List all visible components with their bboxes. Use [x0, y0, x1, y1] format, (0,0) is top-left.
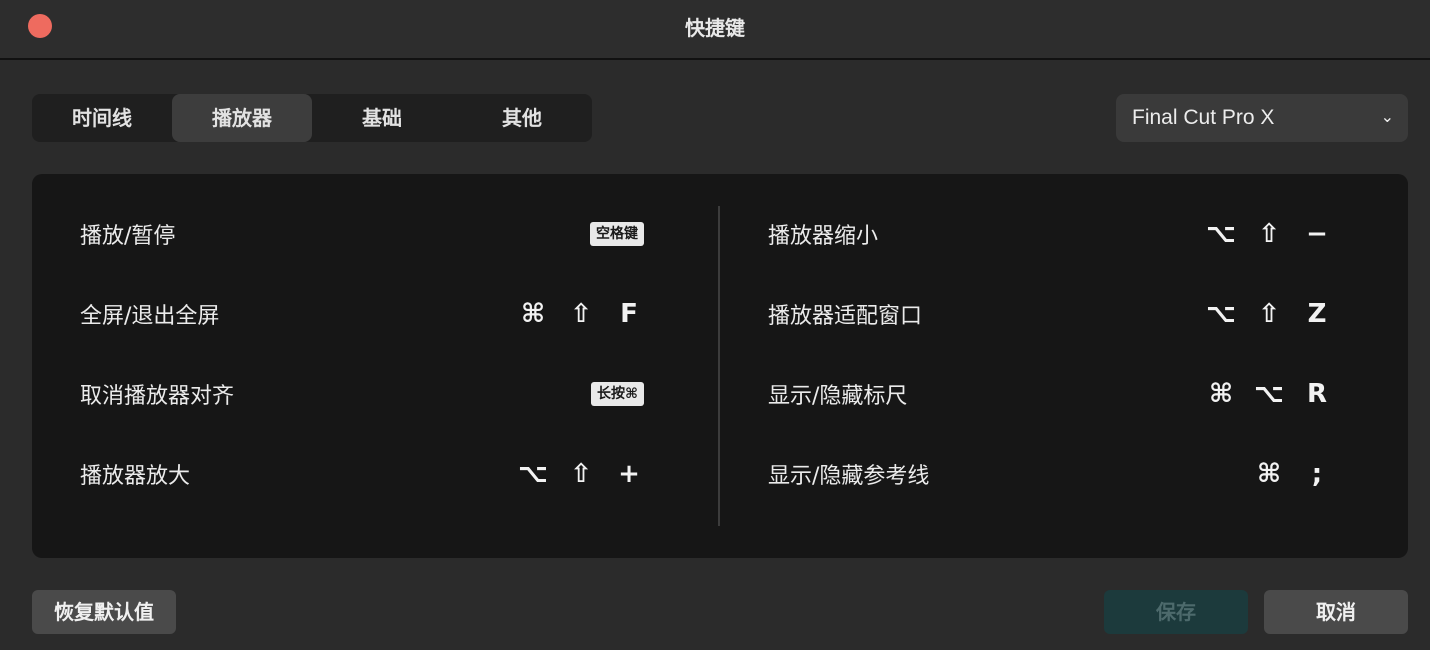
shortcut-key-badge: 长按⌘ — [591, 382, 644, 406]
preset-selected-value: Final Cut Pro X — [1132, 106, 1275, 129]
shortcut-row[interactable]: 播放器放大 ⌥ ⇧ + — [80, 434, 680, 514]
command-key-icon: ⌘ — [1256, 459, 1282, 489]
save-button[interactable]: 保存 — [1104, 590, 1248, 634]
shortcut-label: 全屏/退出全屏 — [80, 304, 220, 329]
shortcut-row[interactable]: 播放/暂停 空格键 — [80, 194, 680, 274]
tab-other[interactable]: 其他 — [452, 94, 592, 142]
shortcut-row[interactable]: 显示/隐藏参考线 ⌘ ; — [768, 434, 1368, 514]
shortcut-label: 显示/隐藏标尺 — [768, 384, 908, 409]
cancel-button[interactable]: 取消 — [1264, 590, 1408, 634]
shortcut-keys: 长按⌘ — [591, 374, 644, 414]
option-key-icon: ⌥ — [1206, 219, 1236, 249]
restore-defaults-button[interactable]: 恢复默认值 — [32, 590, 176, 634]
shortcut-category-tabs: 时间线 播放器 基础 其他 — [32, 94, 592, 142]
tab-timeline[interactable]: 时间线 — [32, 94, 172, 142]
chevron-down-icon: ⌄ — [1380, 109, 1394, 126]
shortcut-row[interactable]: 播放器缩小 ⌥ ⇧ − — [768, 194, 1368, 274]
shortcut-keys: ⌘ ⌥ R — [1206, 374, 1332, 414]
shortcuts-panel: 播放/暂停 空格键 全屏/退出全屏 ⌘ ⇧ F 取消播放器对齐 长按⌘ 播放器放… — [32, 174, 1408, 558]
shortcut-keys: ⌥ ⇧ + — [518, 454, 644, 494]
option-key-icon: ⌥ — [518, 459, 548, 489]
shortcut-row[interactable]: 显示/隐藏标尺 ⌘ ⌥ R — [768, 354, 1368, 434]
shortcut-row[interactable]: 播放器适配窗口 ⌥ ⇧ Z — [768, 274, 1368, 354]
window-title: 快捷键 — [685, 16, 745, 40]
shortcut-key: + — [618, 459, 640, 489]
column-divider — [718, 206, 720, 526]
shortcut-label: 取消播放器对齐 — [80, 384, 235, 409]
shortcut-keys: ⌥ ⇧ Z — [1206, 294, 1332, 334]
shortcut-keys: ⌘ ; — [1254, 454, 1332, 494]
shortcut-keys: 空格键 — [590, 214, 644, 254]
command-key-icon: ⌘ — [1208, 379, 1234, 409]
option-key-icon: ⌥ — [1254, 379, 1284, 409]
shortcut-row[interactable]: 取消播放器对齐 长按⌘ — [80, 354, 680, 434]
shortcuts-column-right: 播放器缩小 ⌥ ⇧ − 播放器适配窗口 ⌥ ⇧ Z 显示/隐藏标尺 ⌘ ⌥ R … — [768, 194, 1368, 514]
shift-key-icon: ⇧ — [570, 459, 592, 489]
shortcut-row[interactable]: 全屏/退出全屏 ⌘ ⇧ F — [80, 274, 680, 354]
shortcut-label: 显示/隐藏参考线 — [768, 464, 930, 489]
shortcut-key: F — [620, 299, 638, 329]
shortcuts-dialog: 快捷键 时间线 播放器 基础 其他 Final Cut Pro X ⌄ 播放/暂… — [0, 0, 1430, 650]
tab-basic[interactable]: 基础 — [312, 94, 452, 142]
option-key-icon: ⌥ — [1206, 299, 1236, 329]
command-key-icon: ⌘ — [520, 299, 546, 329]
title-bar: 快捷键 — [0, 0, 1430, 60]
shortcuts-column-left: 播放/暂停 空格键 全屏/退出全屏 ⌘ ⇧ F 取消播放器对齐 长按⌘ 播放器放… — [80, 194, 680, 514]
shortcut-label: 播放/暂停 — [80, 224, 176, 249]
shortcut-keys: ⌥ ⇧ − — [1206, 214, 1332, 254]
shift-key-icon: ⇧ — [1258, 219, 1280, 249]
shortcut-key-badge: 空格键 — [590, 222, 644, 246]
tab-player[interactable]: 播放器 — [172, 94, 312, 142]
shortcut-key: − — [1306, 219, 1328, 249]
preset-dropdown[interactable]: Final Cut Pro X ⌄ — [1116, 94, 1408, 142]
shortcut-label: 播放器放大 — [80, 464, 191, 489]
shortcut-key: ; — [1311, 459, 1323, 489]
shortcut-key: R — [1306, 379, 1328, 409]
shortcut-keys: ⌘ ⇧ F — [518, 294, 644, 334]
shortcut-label: 播放器缩小 — [768, 224, 879, 249]
shift-key-icon: ⇧ — [1258, 299, 1280, 329]
shortcut-label: 播放器适配窗口 — [768, 304, 923, 329]
shortcut-key: Z — [1307, 299, 1327, 329]
shift-key-icon: ⇧ — [570, 299, 592, 329]
